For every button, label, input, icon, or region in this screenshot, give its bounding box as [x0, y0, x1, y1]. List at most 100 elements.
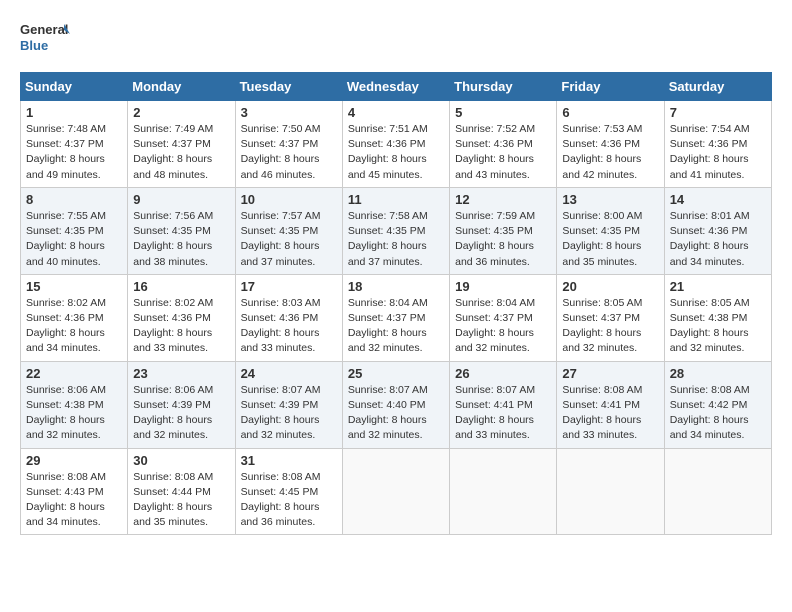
calendar-table: SundayMondayTuesdayWednesdayThursdayFrid…: [20, 72, 772, 535]
calendar-cell: [557, 448, 664, 535]
day-number: 29: [26, 453, 122, 468]
day-number: 21: [670, 279, 766, 294]
calendar-cell: 14 Sunrise: 8:01 AMSunset: 4:36 PMDaylig…: [664, 187, 771, 274]
day-number: 11: [348, 192, 444, 207]
weekday-header-tuesday: Tuesday: [235, 73, 342, 101]
calendar-cell: 4 Sunrise: 7:51 AMSunset: 4:36 PMDayligh…: [342, 101, 449, 188]
day-info: Sunrise: 7:57 AMSunset: 4:35 PMDaylight:…: [241, 209, 337, 270]
day-info: Sunrise: 7:53 AMSunset: 4:36 PMDaylight:…: [562, 122, 658, 183]
calendar-cell: 17 Sunrise: 8:03 AMSunset: 4:36 PMDaylig…: [235, 274, 342, 361]
day-number: 13: [562, 192, 658, 207]
day-info: Sunrise: 7:56 AMSunset: 4:35 PMDaylight:…: [133, 209, 229, 270]
day-info: Sunrise: 8:06 AMSunset: 4:38 PMDaylight:…: [26, 383, 122, 444]
weekday-header-saturday: Saturday: [664, 73, 771, 101]
weekday-header-wednesday: Wednesday: [342, 73, 449, 101]
day-info: Sunrise: 8:08 AMSunset: 4:41 PMDaylight:…: [562, 383, 658, 444]
calendar-cell: 22 Sunrise: 8:06 AMSunset: 4:38 PMDaylig…: [21, 361, 128, 448]
weekday-header-friday: Friday: [557, 73, 664, 101]
day-number: 7: [670, 105, 766, 120]
day-info: Sunrise: 7:48 AMSunset: 4:37 PMDaylight:…: [26, 122, 122, 183]
calendar-cell: 23 Sunrise: 8:06 AMSunset: 4:39 PMDaylig…: [128, 361, 235, 448]
calendar-cell: 16 Sunrise: 8:02 AMSunset: 4:36 PMDaylig…: [128, 274, 235, 361]
day-info: Sunrise: 8:02 AMSunset: 4:36 PMDaylight:…: [26, 296, 122, 357]
day-number: 9: [133, 192, 229, 207]
calendar-cell: 26 Sunrise: 8:07 AMSunset: 4:41 PMDaylig…: [450, 361, 557, 448]
calendar-cell: 1 Sunrise: 7:48 AMSunset: 4:37 PMDayligh…: [21, 101, 128, 188]
day-number: 4: [348, 105, 444, 120]
calendar-cell: 24 Sunrise: 8:07 AMSunset: 4:39 PMDaylig…: [235, 361, 342, 448]
day-info: Sunrise: 8:07 AMSunset: 4:40 PMDaylight:…: [348, 383, 444, 444]
day-number: 2: [133, 105, 229, 120]
day-number: 12: [455, 192, 551, 207]
day-number: 24: [241, 366, 337, 381]
day-info: Sunrise: 8:05 AMSunset: 4:38 PMDaylight:…: [670, 296, 766, 357]
calendar-cell: 29 Sunrise: 8:08 AMSunset: 4:43 PMDaylig…: [21, 448, 128, 535]
calendar-cell: 3 Sunrise: 7:50 AMSunset: 4:37 PMDayligh…: [235, 101, 342, 188]
calendar-cell: 2 Sunrise: 7:49 AMSunset: 4:37 PMDayligh…: [128, 101, 235, 188]
day-number: 17: [241, 279, 337, 294]
calendar-cell: 28 Sunrise: 8:08 AMSunset: 4:42 PMDaylig…: [664, 361, 771, 448]
logo-svg: General Blue: [20, 20, 70, 56]
day-number: 22: [26, 366, 122, 381]
day-number: 26: [455, 366, 551, 381]
calendar-cell: 6 Sunrise: 7:53 AMSunset: 4:36 PMDayligh…: [557, 101, 664, 188]
header: General Blue: [20, 20, 772, 56]
svg-text:Blue: Blue: [20, 38, 48, 53]
calendar-cell: 25 Sunrise: 8:07 AMSunset: 4:40 PMDaylig…: [342, 361, 449, 448]
day-number: 28: [670, 366, 766, 381]
day-info: Sunrise: 8:06 AMSunset: 4:39 PMDaylight:…: [133, 383, 229, 444]
day-info: Sunrise: 8:03 AMSunset: 4:36 PMDaylight:…: [241, 296, 337, 357]
day-info: Sunrise: 8:08 AMSunset: 4:42 PMDaylight:…: [670, 383, 766, 444]
svg-text:General: General: [20, 22, 68, 37]
day-info: Sunrise: 8:02 AMSunset: 4:36 PMDaylight:…: [133, 296, 229, 357]
day-number: 25: [348, 366, 444, 381]
day-info: Sunrise: 8:07 AMSunset: 4:41 PMDaylight:…: [455, 383, 551, 444]
weekday-header-thursday: Thursday: [450, 73, 557, 101]
weekday-header-sunday: Sunday: [21, 73, 128, 101]
day-number: 23: [133, 366, 229, 381]
day-number: 8: [26, 192, 122, 207]
day-number: 20: [562, 279, 658, 294]
day-info: Sunrise: 8:05 AMSunset: 4:37 PMDaylight:…: [562, 296, 658, 357]
day-number: 15: [26, 279, 122, 294]
calendar-cell: 19 Sunrise: 8:04 AMSunset: 4:37 PMDaylig…: [450, 274, 557, 361]
calendar-cell: 12 Sunrise: 7:59 AMSunset: 4:35 PMDaylig…: [450, 187, 557, 274]
day-info: Sunrise: 7:49 AMSunset: 4:37 PMDaylight:…: [133, 122, 229, 183]
day-info: Sunrise: 8:01 AMSunset: 4:36 PMDaylight:…: [670, 209, 766, 270]
calendar-cell: 21 Sunrise: 8:05 AMSunset: 4:38 PMDaylig…: [664, 274, 771, 361]
day-number: 16: [133, 279, 229, 294]
calendar-cell: 9 Sunrise: 7:56 AMSunset: 4:35 PMDayligh…: [128, 187, 235, 274]
day-info: Sunrise: 8:08 AMSunset: 4:45 PMDaylight:…: [241, 470, 337, 531]
calendar-cell: 30 Sunrise: 8:08 AMSunset: 4:44 PMDaylig…: [128, 448, 235, 535]
day-info: Sunrise: 8:07 AMSunset: 4:39 PMDaylight:…: [241, 383, 337, 444]
day-number: 3: [241, 105, 337, 120]
day-info: Sunrise: 7:59 AMSunset: 4:35 PMDaylight:…: [455, 209, 551, 270]
day-number: 1: [26, 105, 122, 120]
calendar-cell: [450, 448, 557, 535]
logo: General Blue: [20, 20, 70, 56]
calendar-cell: 27 Sunrise: 8:08 AMSunset: 4:41 PMDaylig…: [557, 361, 664, 448]
day-info: Sunrise: 7:55 AMSunset: 4:35 PMDaylight:…: [26, 209, 122, 270]
calendar-cell: 10 Sunrise: 7:57 AMSunset: 4:35 PMDaylig…: [235, 187, 342, 274]
calendar-cell: 18 Sunrise: 8:04 AMSunset: 4:37 PMDaylig…: [342, 274, 449, 361]
day-info: Sunrise: 7:51 AMSunset: 4:36 PMDaylight:…: [348, 122, 444, 183]
calendar-cell: [342, 448, 449, 535]
calendar-cell: 15 Sunrise: 8:02 AMSunset: 4:36 PMDaylig…: [21, 274, 128, 361]
calendar-cell: 8 Sunrise: 7:55 AMSunset: 4:35 PMDayligh…: [21, 187, 128, 274]
day-info: Sunrise: 7:58 AMSunset: 4:35 PMDaylight:…: [348, 209, 444, 270]
day-number: 19: [455, 279, 551, 294]
day-number: 31: [241, 453, 337, 468]
day-number: 14: [670, 192, 766, 207]
day-info: Sunrise: 7:52 AMSunset: 4:36 PMDaylight:…: [455, 122, 551, 183]
calendar-cell: 20 Sunrise: 8:05 AMSunset: 4:37 PMDaylig…: [557, 274, 664, 361]
calendar-cell: 11 Sunrise: 7:58 AMSunset: 4:35 PMDaylig…: [342, 187, 449, 274]
day-number: 18: [348, 279, 444, 294]
day-info: Sunrise: 8:00 AMSunset: 4:35 PMDaylight:…: [562, 209, 658, 270]
day-number: 30: [133, 453, 229, 468]
calendar-cell: 5 Sunrise: 7:52 AMSunset: 4:36 PMDayligh…: [450, 101, 557, 188]
day-number: 10: [241, 192, 337, 207]
day-number: 5: [455, 105, 551, 120]
day-info: Sunrise: 8:04 AMSunset: 4:37 PMDaylight:…: [455, 296, 551, 357]
day-info: Sunrise: 8:08 AMSunset: 4:43 PMDaylight:…: [26, 470, 122, 531]
day-info: Sunrise: 7:54 AMSunset: 4:36 PMDaylight:…: [670, 122, 766, 183]
